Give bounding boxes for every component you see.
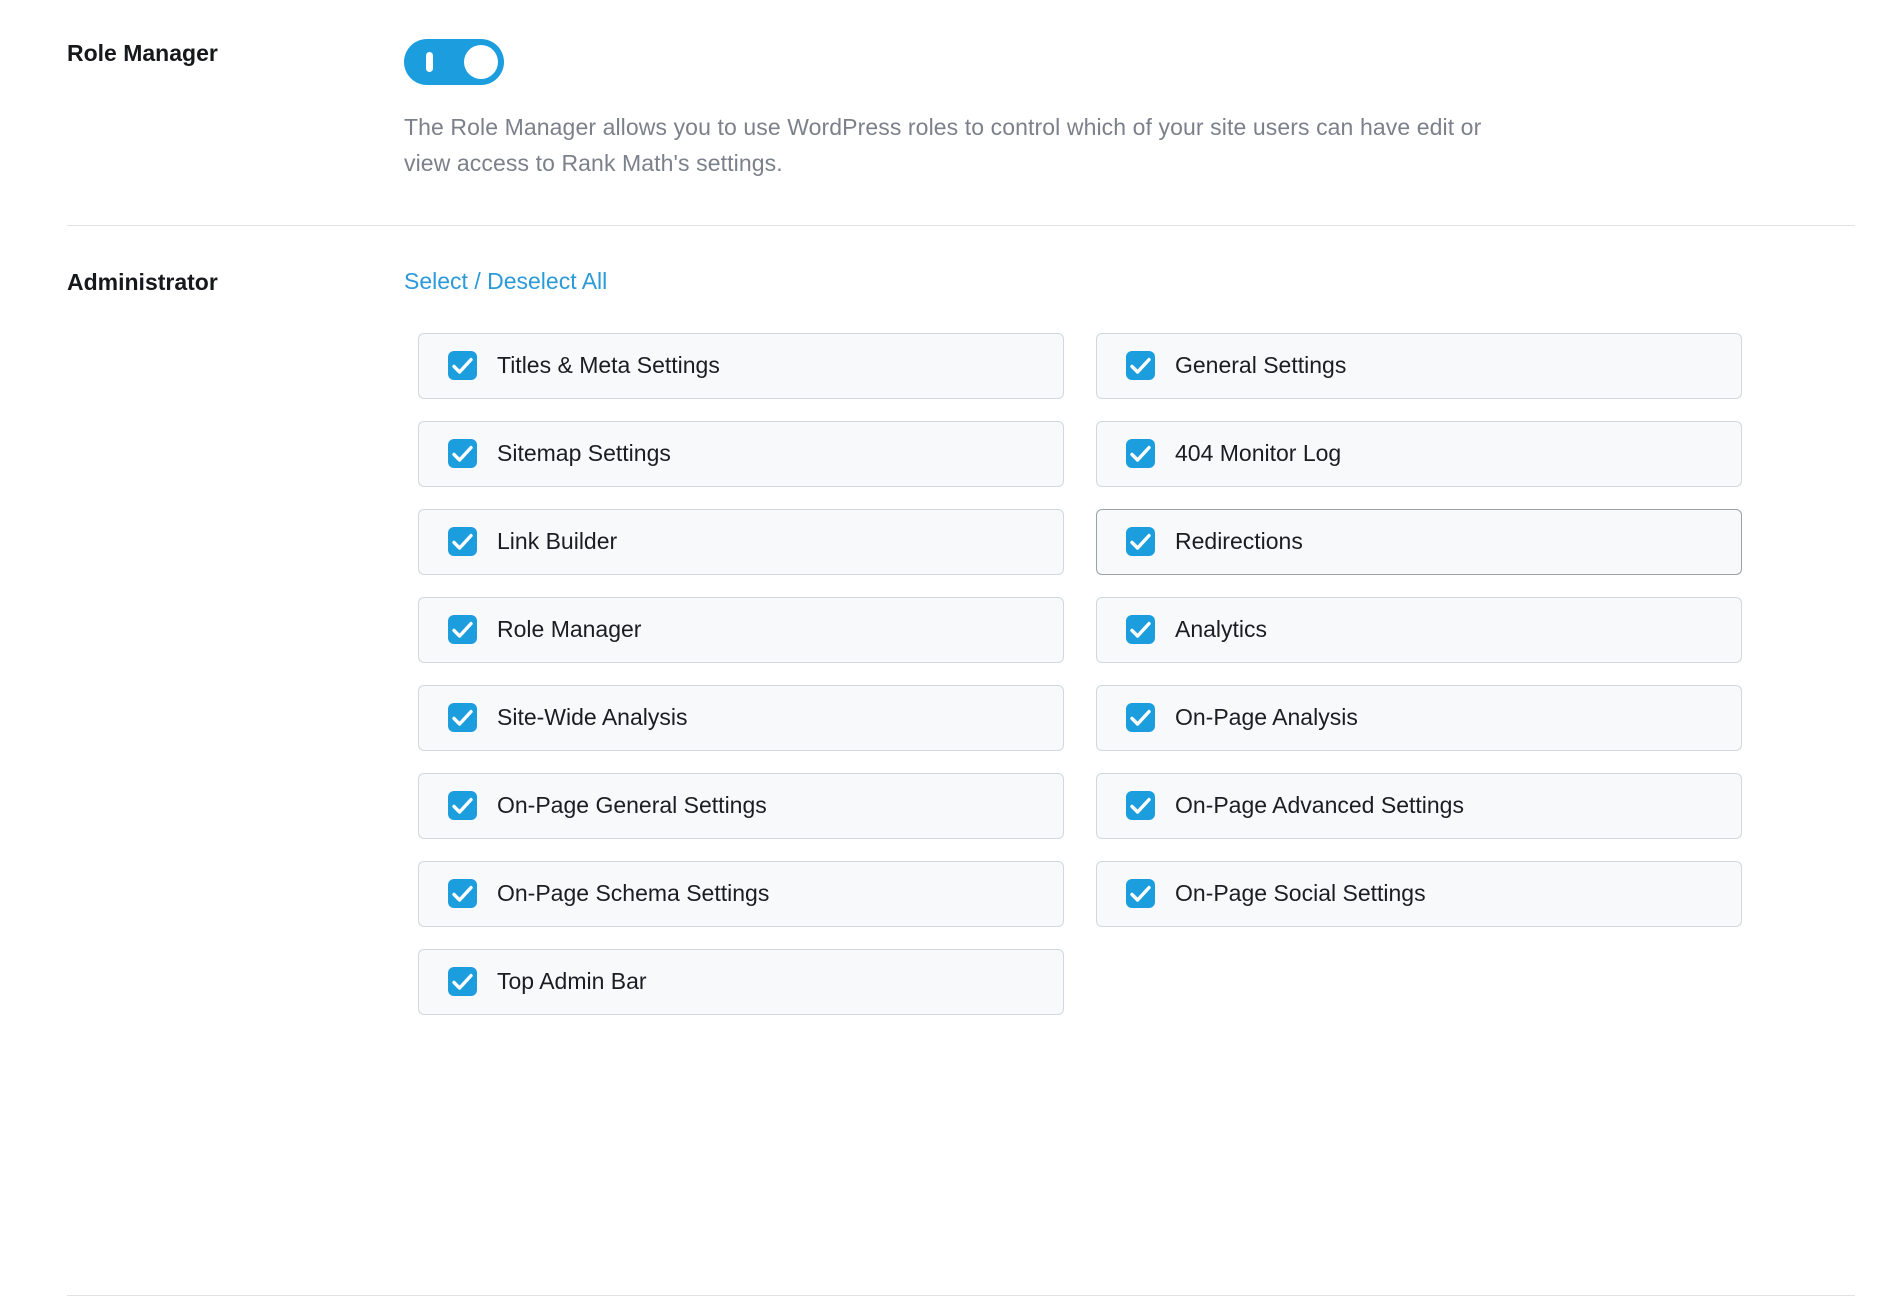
capability-label: Site-Wide Analysis	[497, 704, 688, 731]
capability-item[interactable]: Top Admin Bar	[418, 948, 1064, 1015]
capability-label: Sitemap Settings	[497, 440, 671, 467]
capability-item[interactable]: Titles & Meta Settings	[418, 332, 1064, 399]
role-manager-toggle[interactable]	[404, 39, 504, 85]
capability-label: On-Page Advanced Settings	[1175, 792, 1464, 819]
capability-label: General Settings	[1175, 352, 1347, 379]
role-manager-description: The Role Manager allows you to use WordP…	[404, 114, 1482, 176]
checkbox-checked-icon[interactable]	[1126, 439, 1155, 469]
checkbox-checked-icon[interactable]	[1126, 351, 1155, 381]
capability-label: Top Admin Bar	[497, 968, 647, 995]
checkbox-checked-icon[interactable]	[448, 351, 477, 381]
checkbox-checked-icon[interactable]	[1126, 791, 1155, 821]
checkbox-checked-icon[interactable]	[448, 967, 477, 997]
capabilities-grid: Titles & Meta Settings General Settings Si…	[418, 332, 1742, 1015]
checkbox-checked-icon[interactable]	[448, 527, 477, 557]
toggle-bar-icon	[426, 52, 433, 72]
capability-label: Role Manager	[497, 616, 642, 643]
toggle-knob	[464, 45, 498, 79]
checkbox-checked-icon[interactable]	[1126, 703, 1155, 733]
capability-label: On-Page Social Settings	[1175, 880, 1426, 907]
capability-item[interactable]: On-Page Analysis	[1096, 684, 1742, 751]
administrator-label: Administrator	[67, 269, 218, 296]
checkbox-checked-icon[interactable]	[448, 703, 477, 733]
checkbox-checked-icon[interactable]	[448, 879, 477, 909]
checkbox-checked-icon[interactable]	[448, 615, 477, 645]
capability-label: Titles & Meta Settings	[497, 352, 720, 379]
checkbox-checked-icon[interactable]	[448, 791, 477, 821]
capability-label: Analytics	[1175, 616, 1268, 643]
bottom-divider	[67, 1295, 1855, 1296]
capability-item[interactable]: Link Builder	[418, 508, 1064, 575]
role-manager-label: Role Manager	[67, 40, 218, 66]
capability-label: 404 Monitor Log	[1175, 440, 1342, 467]
role-manager-field: The Role Manager allows you to use WordP…	[404, 39, 1888, 181]
administrator-setting-row: Administrator Select / Deselect All Titl…	[0, 226, 1888, 1015]
capability-item[interactable]: On-Page Advanced Settings	[1096, 772, 1742, 839]
capability-item[interactable]: Site-Wide Analysis	[418, 684, 1064, 751]
role-manager-settings-page: Role Manager The Role Manager allows you…	[0, 0, 1888, 1300]
capability-item[interactable]: Analytics	[1096, 596, 1742, 663]
select-deselect-all-link[interactable]: Select / Deselect All	[404, 268, 607, 296]
capability-item[interactable]: On-Page Social Settings	[1096, 860, 1742, 927]
capability-item[interactable]: Role Manager	[418, 596, 1064, 663]
capability-label: On-Page General Settings	[497, 792, 767, 819]
capability-label: Redirections	[1175, 528, 1303, 555]
capability-item[interactable]: On-Page Schema Settings	[418, 860, 1064, 927]
capability-item[interactable]: Redirections	[1096, 508, 1742, 575]
role-manager-setting-row: Role Manager The Role Manager allows you…	[0, 0, 1888, 181]
capability-item[interactable]: On-Page General Settings	[418, 772, 1064, 839]
checkbox-checked-icon[interactable]	[448, 439, 477, 469]
checkbox-checked-icon[interactable]	[1126, 879, 1155, 909]
checkbox-checked-icon[interactable]	[1126, 527, 1155, 557]
administrator-field: Select / Deselect All Titles & Meta Sett…	[404, 268, 1888, 1015]
checkbox-checked-icon[interactable]	[1126, 615, 1155, 645]
capability-label: Link Builder	[497, 528, 618, 555]
capability-item[interactable]: General Settings	[1096, 332, 1742, 399]
capability-item[interactable]: 404 Monitor Log	[1096, 420, 1742, 487]
capability-label: On-Page Schema Settings	[497, 880, 770, 907]
capability-label: On-Page Analysis	[1175, 704, 1358, 731]
capability-item[interactable]: Sitemap Settings	[418, 420, 1064, 487]
